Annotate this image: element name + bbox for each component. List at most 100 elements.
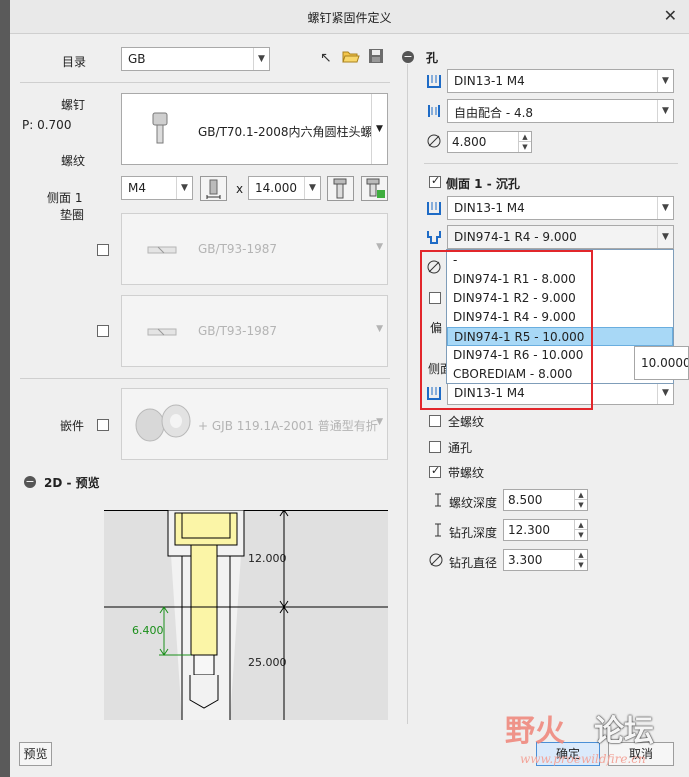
thread-insert-icon [130,399,196,449]
side1-cbore-checkbox[interactable] [429,174,441,188]
with-thread-checkbox[interactable] [429,464,441,478]
divider [20,82,390,83]
dim-6-4: 6.400 [132,624,164,637]
fit-icon [426,103,442,119]
hole-diameter-stepper[interactable]: 4.800 ▲ ▼ [447,131,532,153]
through-hole-checkbox[interactable] [429,441,441,453]
divider [424,163,678,164]
depth-icon [430,492,446,508]
insert-checkbox[interactable] [97,419,109,431]
drill-dia-value: 3.300 [508,553,543,567]
save-icon[interactable] [368,48,384,64]
pitch-text: P: 0.700 [22,118,72,132]
divider [407,64,408,724]
collapse-icon[interactable]: − [402,51,414,63]
depth-icon [430,522,446,538]
washer1-value: GB/T93-1987 [198,242,278,256]
thread-length-icon[interactable] [200,176,227,201]
stepper-up-icon[interactable]: ▲ [574,550,587,560]
hole-diameter-value: 4.800 [452,135,487,149]
insert-value: + GJB 119.1A-2001 普通型有折 [198,419,378,433]
thread-standard-icon [426,73,442,89]
full-thread-label: 全螺纹 [448,415,485,429]
fit-select[interactable]: 自由配合 - 4.8 ▼ [447,99,674,123]
open-folder-icon[interactable] [342,48,360,64]
side1-label: 侧面 1 [47,191,83,205]
watermark-text: 论坛 [594,714,654,749]
thread-depth-label: 螺纹深度 [449,496,498,510]
washer1-select[interactable]: GB/T93-1987 ▼ [121,213,388,285]
screw-part-select[interactable]: GB/T70.1-2008内六角圆柱头螺 ▼ [121,93,388,165]
stepper-down-icon[interactable]: ▼ [574,560,587,570]
dim-25: 25.000 [248,656,287,669]
catalog-select[interactable]: GB ▼ [121,47,270,71]
hole-standard-select[interactable]: DIN13-1 M4 ▼ [447,69,674,93]
washer2-value: GB/T93-1987 [198,324,278,338]
close-icon[interactable]: ✕ [664,6,677,25]
collapse-icon[interactable]: − [24,476,36,488]
through-hole-label: 通孔 [448,441,473,455]
size-select[interactable]: M4 ▼ [121,176,193,200]
add-component-icon[interactable] [361,176,388,201]
chevron-down-icon: ▼ [657,100,673,122]
drill-dia-label: 钻孔直径 [449,556,498,570]
screw-part-value: GB/T70.1-2008内六角圆柱头螺 [198,125,373,139]
drill-dia-stepper[interactable]: 3.300 ▲ ▼ [503,549,588,571]
diameter-icon [428,552,444,568]
stepper-up-icon[interactable]: ▲ [518,132,531,142]
washer2-checkbox[interactable] [97,325,109,337]
chevron-down-icon: ▼ [371,94,387,164]
annotation-red-box [420,250,593,410]
length-value: 14.000 [255,181,297,195]
washer-icon [146,326,178,336]
chevron-down-icon: ▼ [253,48,269,70]
stepper-down-icon[interactable]: ▼ [574,530,587,540]
chevron-down-icon: ▼ [657,70,673,92]
chevron-down-icon: ▼ [176,177,192,199]
chevron-down-icon: ▼ [657,197,673,219]
washer-icon [146,244,178,254]
stepper-down-icon[interactable]: ▼ [574,500,587,510]
insert-select[interactable]: + GJB 119.1A-2001 普通型有折 ▼ [121,388,388,460]
tooltip-value: 10.00000 [641,356,688,370]
preview-button[interactable]: 预览 [19,742,52,766]
washer1-checkbox[interactable] [97,244,109,256]
chevron-down-icon: ▼ [376,324,383,334]
washer2-select[interactable]: GB/T93-1987 ▼ [121,295,388,367]
cbore-select[interactable]: DIN974-1 R4 - 9.000 ▼ [447,225,674,249]
tooltip: 10.00000 [634,346,689,380]
thread-depth-stepper[interactable]: 8.500 ▲ ▼ [503,489,588,511]
catalog-label: 目录 [62,55,87,69]
screw-length-icon[interactable] [327,176,354,201]
dim-12: 12.000 [248,552,287,565]
title-bar: 螺钉紧固件定义 ✕ [10,0,689,34]
side1-standard-select[interactable]: DIN13-1 M4 ▼ [447,196,674,220]
hole-standard-value: DIN13-1 M4 [454,74,525,88]
background-window-edge [0,0,10,777]
length-select[interactable]: 14.000 ▼ [248,176,321,200]
diameter-icon [426,133,442,149]
side1-cbore-header: 侧面 1 - 沉孔 [446,177,520,191]
screw-label: 螺钉 [61,98,86,112]
chevron-down-icon: ▼ [657,226,673,248]
stepper-up-icon[interactable]: ▲ [574,520,587,530]
full-thread-checkbox[interactable] [429,415,441,427]
thread-label: 螺纹 [61,154,86,168]
counterbore-icon [426,229,442,245]
chevron-down-icon: ▼ [376,242,383,252]
socket-head-screw-icon [152,112,168,144]
stepper-down-icon[interactable]: ▼ [518,142,531,152]
drill-depth-stepper[interactable]: 12.300 ▲ ▼ [503,519,588,541]
preview-canvas: 12.000 6.400 25.000 [104,509,388,720]
fit-value: 自由配合 - 4.8 [454,106,534,120]
size-value: M4 [128,181,146,195]
with-thread-label: 带螺纹 [448,466,485,480]
watermark-text: 野火 [505,714,565,749]
hole-header: 孔 [426,51,439,65]
chevron-down-icon: ▼ [304,177,320,199]
drill-depth-value: 12.300 [508,523,550,537]
preview-header: 2D - 预览 [44,476,100,490]
stepper-up-icon[interactable]: ▲ [574,490,587,500]
divider [20,378,390,379]
cursor-arrow-icon[interactable]: ↖ [320,50,332,66]
